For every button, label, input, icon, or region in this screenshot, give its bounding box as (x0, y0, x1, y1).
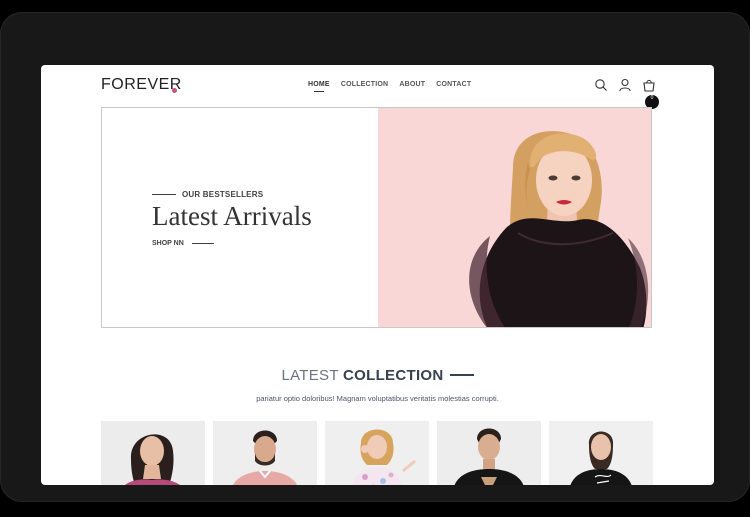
model-illustration (469, 131, 649, 327)
logo-dot (172, 88, 177, 93)
product-card[interactable] (325, 421, 429, 485)
product-card[interactable] (101, 421, 205, 485)
title-bold: COLLECTION (343, 367, 444, 384)
nav-home-link[interactable]: HOME (308, 81, 330, 92)
nav-collection-link[interactable]: COLLECTION (341, 81, 389, 88)
device-frame: FOREVER HOME COLLECTION ABOUT CONTACT 0 … (0, 12, 750, 502)
shop-line (191, 243, 214, 244)
product-image (549, 421, 653, 485)
product-image (325, 421, 429, 485)
latest-collection-subtitle: pariatur optio doloribus! Magnam volupta… (256, 394, 499, 403)
search-icon[interactable] (594, 78, 608, 92)
product-card[interactable] (437, 421, 541, 485)
latest-collection-title: LATEST COLLECTION (41, 367, 714, 384)
hero-title: Latest Arrivals (152, 201, 312, 231)
nav-home-label: HOME (308, 81, 330, 88)
hero-text-panel: OUR BESTSELLERS Latest Arrivals SHOP NN (102, 108, 378, 327)
product-card[interactable] (213, 421, 317, 485)
browser-screen: FOREVER HOME COLLECTION ABOUT CONTACT 0 … (41, 65, 714, 485)
shop-now-label: SHOP NN (152, 240, 184, 247)
hero-image (378, 108, 651, 327)
hero-kicker-text: OUR BESTSELLERS (182, 190, 264, 199)
title-light: LATEST (281, 367, 339, 384)
nav-icons: 0 (594, 78, 659, 109)
active-underline (313, 91, 324, 92)
kicker-line (152, 194, 176, 195)
brand-logo[interactable]: FOREVER (101, 76, 182, 94)
main-menu: HOME COLLECTION ABOUT CONTACT (308, 81, 471, 92)
nav-contact-link[interactable]: CONTACT (436, 81, 471, 88)
product-grid (101, 421, 653, 485)
profile-icon[interactable] (618, 78, 632, 92)
product-image (213, 421, 317, 485)
nav-about-label: ABOUT (399, 81, 426, 88)
product-image (101, 421, 205, 485)
product-image (437, 421, 541, 485)
hero-kicker: OUR BESTSELLERS (152, 190, 263, 199)
nav-about-link[interactable]: ABOUT (399, 81, 425, 88)
nav-collection-label: COLLECTION (340, 81, 389, 88)
cart-icon[interactable]: 0 (642, 78, 659, 109)
shop-now-link[interactable]: SHOP NN (152, 240, 214, 247)
product-card[interactable] (549, 421, 653, 485)
navbar: FOREVER HOME COLLECTION ABOUT CONTACT 0 (41, 65, 714, 109)
title-line (449, 374, 474, 377)
hero-banner: OUR BESTSELLERS Latest Arrivals SHOP NN (101, 107, 652, 328)
nav-contact-label: CONTACT (436, 81, 472, 88)
